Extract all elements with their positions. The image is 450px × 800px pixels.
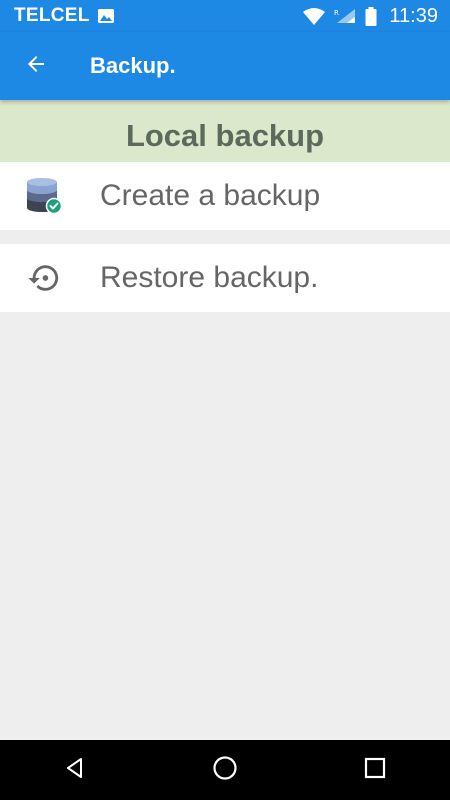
svg-text:R: R — [334, 9, 339, 17]
create-backup-label: Create a backup — [100, 179, 321, 212]
back-button[interactable] — [6, 36, 66, 96]
recents-square-icon — [364, 757, 386, 784]
section-title: Local backup — [125, 118, 325, 153]
restore-backup-label: Restore backup. — [100, 261, 319, 294]
app-bar: Backup. — [0, 32, 450, 100]
image-icon — [97, 9, 114, 23]
arrow-back-icon — [24, 52, 48, 81]
navigation-bar — [0, 740, 450, 800]
status-bar: TELCEL R 11:39 — [0, 0, 450, 32]
restore-backup-item[interactable]: Restore backup. — [0, 244, 450, 312]
database-check-icon — [24, 176, 64, 216]
signal-icon: R — [333, 7, 357, 25]
status-right: R 11:39 — [303, 5, 438, 28]
nav-home-button[interactable] — [195, 740, 255, 800]
create-backup-item[interactable]: Create a backup — [0, 162, 450, 230]
status-left: TELCEL — [14, 5, 114, 27]
home-circle-icon — [212, 755, 238, 786]
section-header: Local backup — [0, 100, 450, 162]
carrier-name: TELCEL — [14, 5, 90, 26]
nav-recents-button[interactable] — [345, 740, 405, 800]
clock: 11:39 — [389, 4, 438, 27]
wifi-icon — [303, 7, 326, 25]
battery-icon — [365, 6, 377, 26]
restore-icon — [24, 258, 64, 298]
page-title: Backup. — [90, 53, 176, 78]
app-screen: TELCEL R 11:39 Backup. Local backup Crea… — [0, 0, 450, 800]
nav-back-button[interactable] — [45, 740, 105, 800]
back-triangle-icon — [63, 756, 87, 785]
